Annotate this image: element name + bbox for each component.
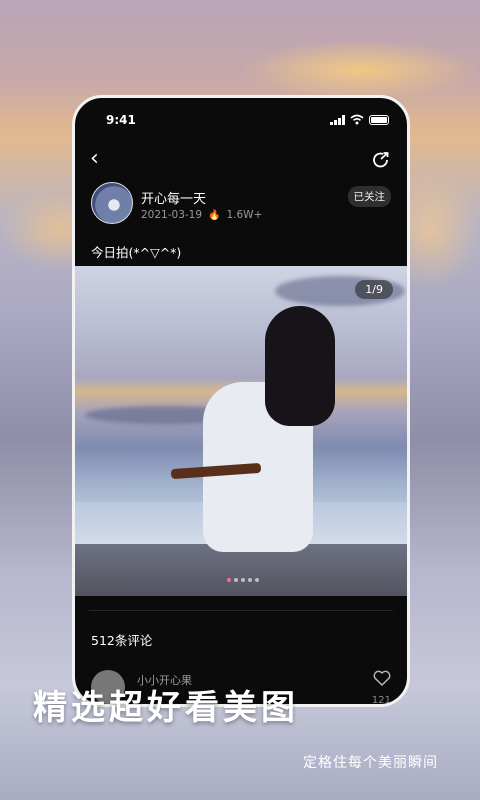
background-glow — [240, 40, 480, 100]
post-date: 2021-03-19 — [141, 209, 203, 221]
carousel-dot — [241, 578, 245, 582]
follow-button[interactable]: 已关注 — [347, 186, 391, 207]
post-caption: 今日拍(*^▽^*) — [91, 245, 182, 260]
carousel-dot — [248, 578, 252, 582]
divider — [89, 610, 393, 611]
carousel-dot — [255, 578, 259, 582]
status-time: 9:41 — [106, 113, 136, 127]
carousel-dot — [234, 578, 238, 582]
post-image[interactable]: 1/9 — [75, 266, 407, 596]
share-icon[interactable] — [371, 150, 391, 170]
back-icon[interactable]: ‹ — [90, 146, 99, 172]
carousel-dots — [227, 578, 259, 582]
status-bar: 9:41 — [75, 98, 407, 140]
comment-likes: 121 — [371, 695, 391, 706]
status-icons — [330, 114, 389, 125]
username[interactable]: 开心每一天 — [141, 188, 206, 207]
signal-icon — [330, 114, 345, 125]
phone-frame: 9:41 ‹ 开心每一天 2021-03-19 🔥 1.6W+ 已关注 今日拍(… — [72, 95, 410, 707]
heart-icon[interactable] — [373, 670, 391, 686]
battery-icon — [369, 114, 389, 125]
wifi-icon — [350, 114, 364, 125]
post-author: 开心每一天 2021-03-19 🔥 1.6W+ 已关注 — [91, 182, 391, 232]
carousel-dot-active — [227, 578, 231, 582]
post-meta: 2021-03-19 🔥 1.6W+ — [141, 209, 262, 221]
post-heat: 1.6W+ — [226, 209, 263, 221]
promo-headline: 精选超好看美图 — [33, 688, 299, 728]
avatar[interactable] — [91, 182, 133, 224]
nav-bar: ‹ — [75, 146, 407, 176]
image-counter: 1/9 — [355, 280, 393, 299]
flame-icon: 🔥 — [208, 209, 221, 221]
photo-hair — [265, 306, 335, 426]
promo-subline: 定格住每个美丽瞬间 — [303, 755, 438, 771]
comment-count: 512条评论 — [91, 633, 153, 648]
